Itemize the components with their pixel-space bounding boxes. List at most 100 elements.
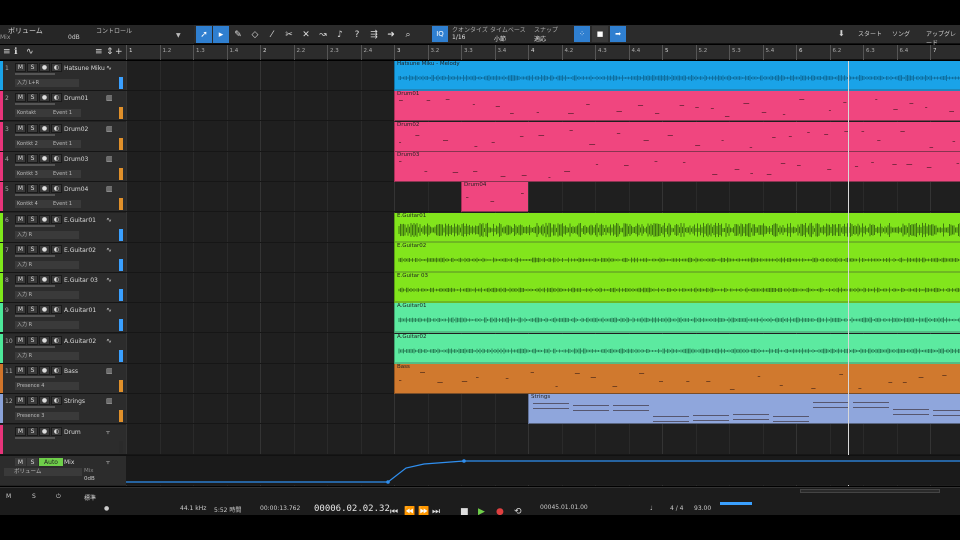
event-clip[interactable]: Hatsune Miku - Melody: [394, 61, 960, 91]
track-volume-fader[interactable]: [15, 224, 55, 227]
mute-button[interactable]: M: [15, 426, 26, 436]
snap-forward-icon[interactable]: ➡: [610, 26, 626, 42]
track-input-select[interactable]: 入力 R: [15, 291, 79, 300]
monitor-icon[interactable]: ◐: [51, 214, 62, 224]
start-button[interactable]: スタート: [858, 29, 882, 38]
listen-tool-icon[interactable]: ♪: [332, 26, 348, 43]
track-volume-fader[interactable]: [15, 376, 55, 378]
track-header[interactable]: 11 M S ● ◐ Bass ▥ Presence 4: [0, 364, 126, 394]
position-display[interactable]: 00006.02.02.32: [314, 504, 390, 514]
monitor-icon[interactable]: ◐: [51, 123, 62, 133]
monitor-icon[interactable]: ◐: [51, 184, 62, 194]
monitor-icon[interactable]: ◐: [51, 366, 62, 375]
event-clip[interactable]: Drum02: [394, 121, 960, 152]
solo-button[interactable]: S: [27, 214, 38, 224]
mute-button[interactable]: M: [15, 366, 26, 375]
record-arm-icon[interactable]: ●: [39, 63, 50, 72]
mute-button[interactable]: M: [15, 335, 26, 345]
track-volume-fader[interactable]: [15, 436, 55, 439]
solo-button[interactable]: S: [27, 184, 38, 194]
track-header[interactable]: 7 M S ● ◐ E.Guitar02 ∿ 入力 R: [0, 242, 126, 273]
volume-value[interactable]: 0dB: [68, 34, 80, 41]
solo-button[interactable]: S: [27, 93, 38, 103]
track-menu-icon[interactable]: ≡: [95, 47, 103, 57]
volume-automation-curve[interactable]: [126, 456, 960, 486]
solo-button[interactable]: S: [27, 426, 38, 436]
record-arm-icon[interactable]: ●: [39, 366, 50, 375]
dropdown-arrow-icon[interactable]: ▼: [176, 32, 181, 39]
mute-button[interactable]: M: [15, 63, 26, 72]
arrow-tool-icon[interactable]: ➚: [196, 26, 212, 43]
playhead-cursor[interactable]: [848, 61, 849, 486]
mute-button[interactable]: M: [15, 123, 26, 133]
paint-tool-icon[interactable]: ⁄: [264, 26, 280, 43]
event-clip[interactable]: Drum04: [461, 182, 528, 213]
record-arm-icon[interactable]: ●: [39, 426, 50, 436]
mute-button[interactable]: M: [15, 244, 26, 254]
solo-button[interactable]: S: [27, 335, 38, 345]
track-header[interactable]: 8 M S ● ◐ E.Guitar 03 ∿ 入力 R: [0, 273, 126, 304]
track-list-icon[interactable]: ≡: [3, 47, 11, 57]
timeline-ruler[interactable]: 1 1.2 1.3 1.4 2 2.2 2.3 2.4 3 3.2 3.3 3.4 4 4.2 4.3 4.4…: [126, 45, 960, 60]
solo-button[interactable]: S: [27, 366, 38, 375]
mute-button[interactable]: M: [15, 458, 26, 466]
track-lane[interactable]: [126, 425, 960, 455]
snap-grid-icon[interactable]: ⁘: [574, 26, 590, 42]
track-header[interactable]: 12 M S ● ◐ Strings ▥ Presence 3: [0, 394, 126, 425]
mute-tool-icon[interactable]: ✕: [298, 26, 314, 43]
solo-button[interactable]: S: [27, 305, 38, 315]
track-input-select[interactable]: 入力 R: [15, 230, 79, 239]
track-header[interactable]: 4 M S ● ◐ Drum03 ▥ Kontkt 3 Event 1: [0, 151, 126, 182]
track-lane[interactable]: [126, 182, 960, 213]
mute-button[interactable]: M: [15, 93, 26, 103]
event-clip[interactable]: Drum01: [394, 91, 960, 122]
solo-button[interactable]: S: [27, 123, 38, 133]
track-header[interactable]: M S ● ◐ Drum ⫟: [0, 424, 126, 455]
solo-button[interactable]: S: [27, 244, 38, 254]
track-volume-fader[interactable]: [15, 194, 55, 197]
track-input-select[interactable]: 入力 R: [15, 321, 79, 330]
quantize-select[interactable]: 1/16: [452, 34, 465, 41]
mute-button[interactable]: M: [15, 396, 26, 406]
event-clip[interactable]: Strings: [528, 394, 960, 425]
autoscroll-icon[interactable]: ⇶: [366, 26, 382, 43]
mute-button[interactable]: M: [15, 275, 26, 285]
track-header[interactable]: 6 M S ● ◐ E.Guitar01 ∿ 入力 R: [0, 212, 126, 243]
record-arm-icon[interactable]: ●: [39, 153, 50, 163]
track-header[interactable]: 1 M S ● ◐ Hatsune Miku ∿ 入力 L+R: [0, 61, 126, 91]
timebase-select[interactable]: 小節: [494, 34, 506, 43]
collapse-icon[interactable]: ⬇: [838, 29, 845, 38]
solo-all-button[interactable]: S: [32, 493, 36, 500]
zoom-icon[interactable]: ⌕: [400, 26, 416, 43]
solo-button[interactable]: S: [27, 63, 38, 72]
record-arm-icon[interactable]: ●: [39, 184, 50, 194]
record-arm-icon[interactable]: ●: [39, 305, 50, 315]
monitor-icon[interactable]: ◐: [51, 335, 62, 345]
track-volume-fader[interactable]: [15, 133, 55, 136]
mute-button[interactable]: M: [15, 214, 26, 224]
snap-stop-icon[interactable]: ■: [592, 26, 608, 42]
track-header[interactable]: 5 M S ● ◐ Drum04 ▥ Kontkt 4 Event 1: [0, 182, 126, 213]
automation-param-select[interactable]: ボリューム: [4, 468, 82, 476]
solo-button[interactable]: S: [27, 458, 38, 466]
pencil-tool-icon[interactable]: ✎: [230, 26, 246, 43]
track-channel-select[interactable]: Event 1: [51, 200, 81, 209]
event-clip[interactable]: A.Guitar01: [394, 303, 960, 334]
metronome-icon[interactable]: ♩: [650, 505, 653, 512]
loop-start[interactable]: 00045.01.01.00: [540, 504, 588, 511]
solo-button[interactable]: S: [27, 153, 38, 163]
horizontal-scrollbar[interactable]: [800, 489, 940, 493]
record-arm-icon[interactable]: ●: [39, 335, 50, 345]
event-clip[interactable]: A.Guitar02: [394, 333, 960, 364]
automation-icon[interactable]: ∿: [26, 47, 34, 57]
event-clip[interactable]: E.Guitar02: [394, 242, 960, 273]
solo-button[interactable]: S: [27, 275, 38, 285]
track-volume-fader[interactable]: [15, 285, 55, 288]
event-clip[interactable]: Bass: [394, 364, 960, 394]
track-volume-fader[interactable]: [15, 103, 55, 106]
record-arm-icon[interactable]: ●: [39, 275, 50, 285]
add-track-icon[interactable]: +: [115, 47, 123, 57]
monitor-icon[interactable]: ◐: [51, 275, 62, 285]
monitor-icon[interactable]: ◐: [51, 426, 62, 436]
tempo-value[interactable]: 93.00: [694, 505, 711, 512]
